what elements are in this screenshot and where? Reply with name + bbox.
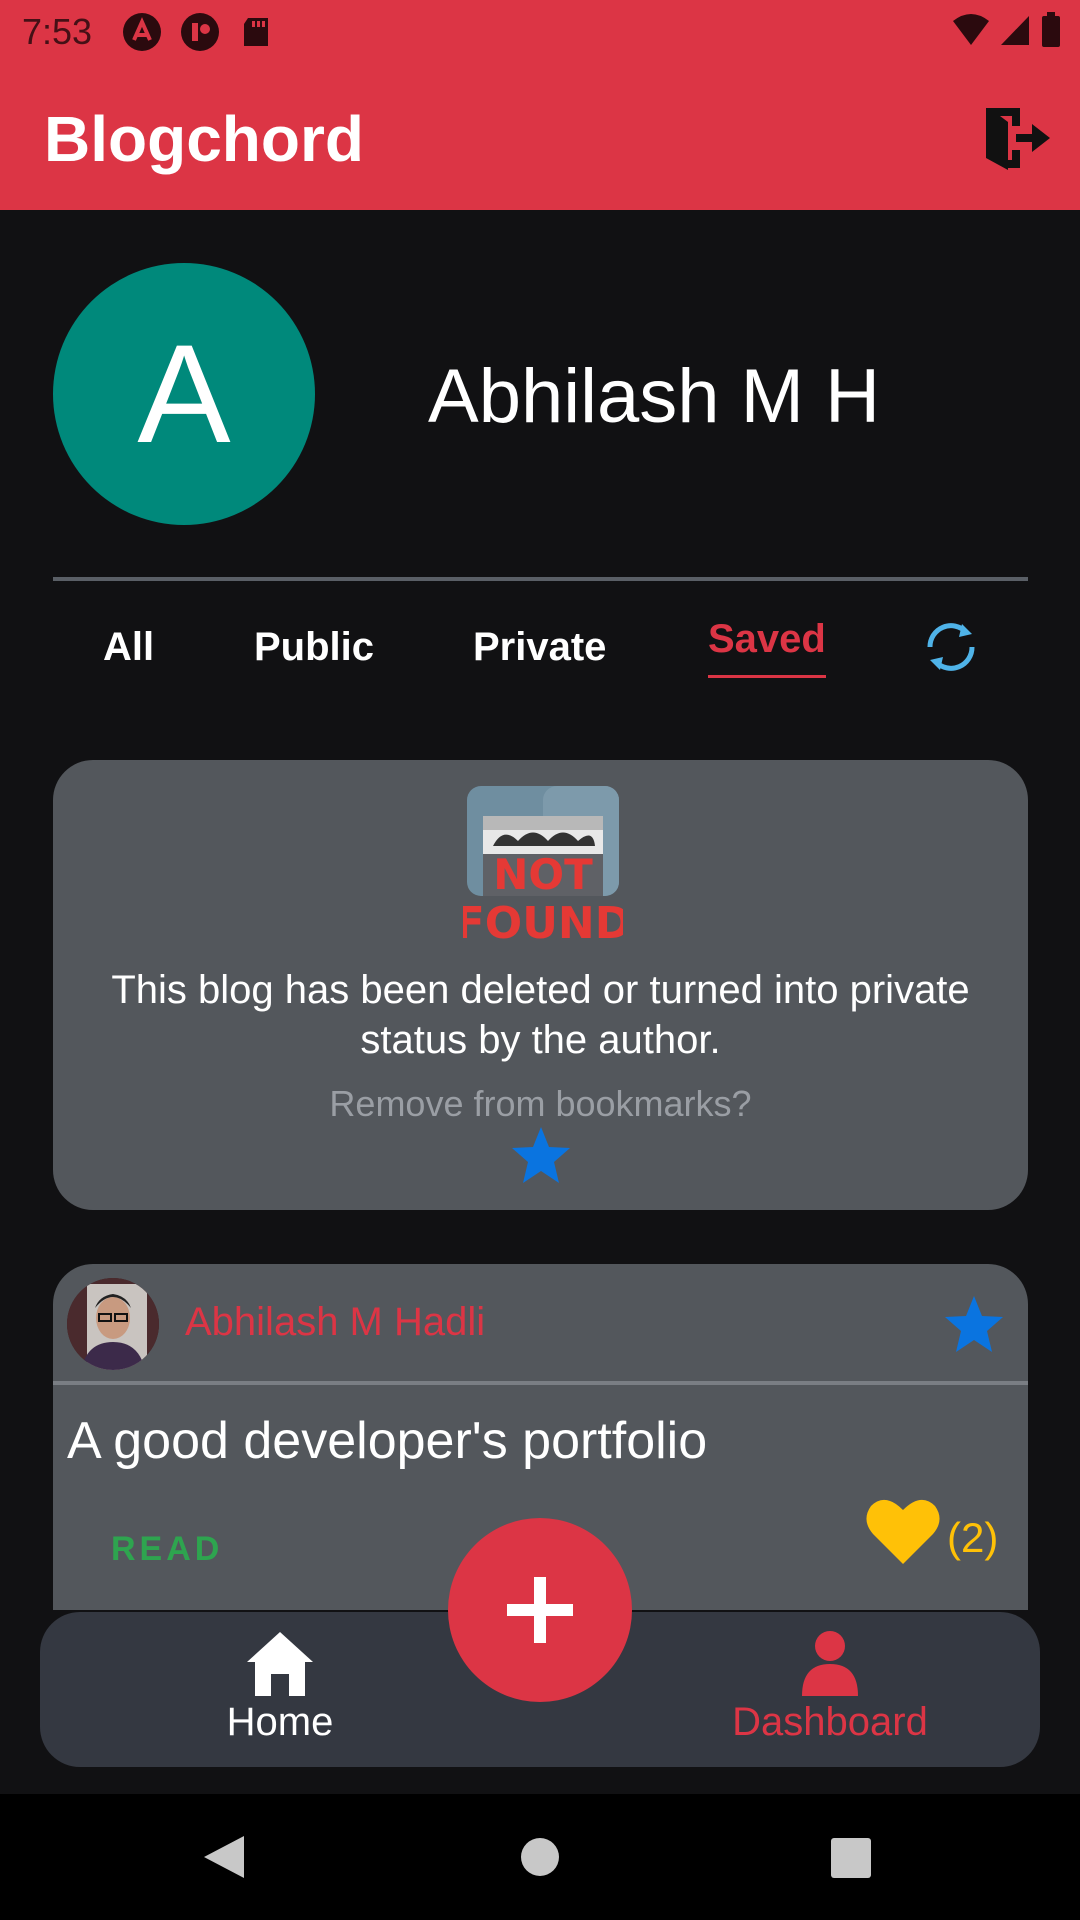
card-divider <box>53 1381 1028 1385</box>
tab-saved[interactable]: Saved <box>708 617 826 678</box>
profile-avatar: A <box>53 263 315 525</box>
wifi-icon <box>952 13 990 52</box>
bookmark-star-icon[interactable] <box>943 1294 1005 1354</box>
angular-notification-icon <box>122 12 162 52</box>
app-notification-icon <box>180 12 220 52</box>
not-found-text-line1: NOT <box>493 850 593 899</box>
nav-home-label: Home <box>226 1700 334 1744</box>
recents-icon[interactable] <box>831 1838 871 1878</box>
home-icon <box>245 1630 315 1698</box>
back-icon[interactable] <box>202 1834 246 1880</box>
tab-public[interactable]: Public <box>254 625 374 670</box>
filter-tabs: All Public Private Saved <box>0 615 1080 695</box>
status-time: 7:53 <box>22 11 93 52</box>
status-bar: 7:53 <box>0 0 1080 64</box>
battery-icon <box>1040 12 1062 53</box>
remove-bookmark-prompt[interactable]: Remove from bookmarks? <box>53 1083 1028 1125</box>
home-circle-icon[interactable] <box>521 1838 559 1876</box>
add-blog-button[interactable] <box>448 1518 632 1702</box>
tab-private[interactable]: Private <box>473 625 606 670</box>
deleted-blog-card: NOT FOUND This blog has been deleted or … <box>53 760 1028 1210</box>
nav-dashboard[interactable]: Dashboard <box>715 1630 945 1750</box>
read-button[interactable]: READ <box>111 1530 223 1569</box>
app-title: Blogchord <box>44 103 364 175</box>
not-found-image: NOT FOUND <box>455 786 631 949</box>
not-found-text-line2: FOUND <box>463 898 623 946</box>
app-bar: Blogchord <box>0 64 1080 210</box>
sd-card-icon <box>238 12 278 52</box>
refresh-icon[interactable] <box>922 618 980 676</box>
plus-icon <box>507 1577 573 1643</box>
nav-dashboard-label: Dashboard <box>732 1700 928 1744</box>
deleted-message: This blog has been deleted or turned int… <box>111 968 970 1062</box>
profile-name: Abhilash M H <box>428 354 880 439</box>
tab-all[interactable]: All <box>103 625 154 670</box>
user-icon <box>798 1630 862 1698</box>
heart-icon[interactable] <box>865 1496 941 1566</box>
like-count: (2) <box>947 1514 999 1561</box>
author-name[interactable]: Abhilash M Hadli <box>185 1300 485 1345</box>
nav-home[interactable]: Home <box>185 1630 375 1750</box>
system-nav-bar <box>0 1794 1080 1920</box>
cell-signal-icon <box>1000 14 1030 51</box>
logout-icon[interactable] <box>980 104 1054 172</box>
profile-divider <box>53 577 1028 581</box>
avatar-letter: A <box>137 315 231 472</box>
star-icon[interactable] <box>510 1125 572 1185</box>
blog-title: A good developer's portfolio <box>67 1412 708 1470</box>
author-avatar <box>67 1278 159 1370</box>
